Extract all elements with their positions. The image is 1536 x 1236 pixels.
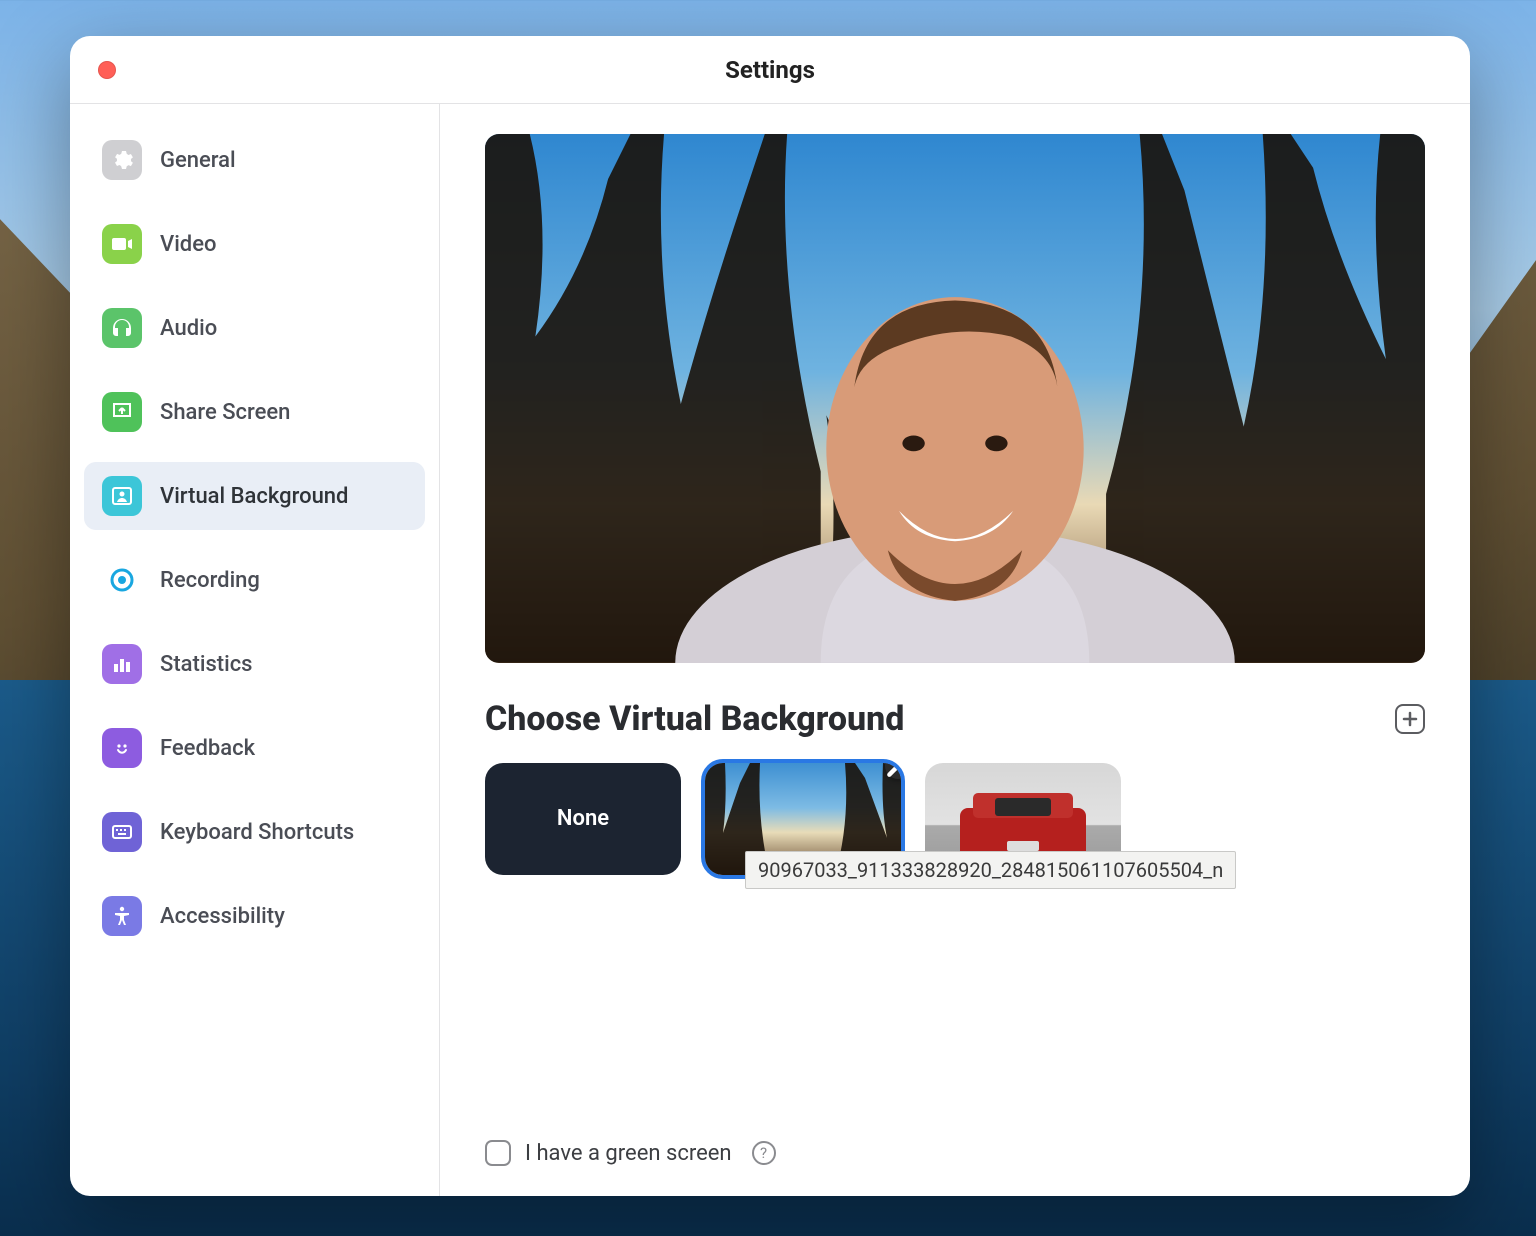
sidebar-item-feedback[interactable]: Feedback [84, 714, 425, 782]
gear-icon [102, 140, 142, 180]
settings-sidebar: General Video Audio Share Screen [70, 104, 440, 1196]
sidebar-item-label: Recording [160, 568, 260, 593]
add-background-button[interactable] [1395, 704, 1425, 734]
sidebar-item-general[interactable]: General [84, 126, 425, 194]
settings-content: Choose Virtual Background None [440, 104, 1470, 1196]
keyboard-icon [102, 812, 142, 852]
window-title: Settings [725, 56, 815, 84]
sidebar-item-audio[interactable]: Audio [84, 294, 425, 362]
headphones-icon [102, 308, 142, 348]
remove-background-button[interactable] [885, 763, 901, 779]
sidebar-item-accessibility[interactable]: Accessibility [84, 882, 425, 950]
plus-icon [1402, 711, 1418, 727]
sidebar-item-label: Video [160, 232, 216, 257]
sidebar-item-label: Share Screen [160, 400, 290, 425]
background-option-none[interactable]: None [485, 763, 681, 875]
sidebar-item-recording[interactable]: Recording [84, 546, 425, 614]
green-screen-label: I have a green screen [525, 1141, 732, 1166]
sidebar-item-label: Keyboard Shortcuts [160, 820, 354, 845]
close-window-button[interactable] [98, 61, 116, 79]
accessibility-icon [102, 896, 142, 936]
background-thumbnails: None [485, 763, 1425, 875]
green-screen-row: I have a green screen ? [485, 1100, 1425, 1166]
sidebar-item-label: Statistics [160, 652, 253, 677]
sidebar-item-label: Audio [160, 316, 217, 341]
share-screen-icon [102, 392, 142, 432]
sidebar-item-virtual-background[interactable]: Virtual Background [84, 462, 425, 530]
smiley-icon [102, 728, 142, 768]
video-preview [485, 134, 1425, 663]
sidebar-item-keyboard-shortcuts[interactable]: Keyboard Shortcuts [84, 798, 425, 866]
titlebar: Settings [70, 36, 1470, 104]
sidebar-item-label: Virtual Background [160, 484, 348, 509]
recording-icon [102, 560, 142, 600]
sidebar-item-label: Accessibility [160, 904, 285, 929]
question-mark-icon: ? [760, 1144, 767, 1162]
background-tooltip: 90967033_911333828920_284815061107605504… [745, 851, 1236, 889]
virtual-background-icon [102, 476, 142, 516]
close-icon [885, 763, 901, 779]
sidebar-item-label: General [160, 148, 236, 173]
bar-chart-icon [102, 644, 142, 684]
sidebar-item-video[interactable]: Video [84, 210, 425, 278]
settings-window: Settings General Video Audio [70, 36, 1470, 1196]
video-camera-icon [102, 224, 142, 264]
green-screen-help-button[interactable]: ? [752, 1141, 776, 1165]
sidebar-item-share-screen[interactable]: Share Screen [84, 378, 425, 446]
background-none-label: None [557, 806, 609, 831]
sidebar-item-label: Feedback [160, 736, 255, 761]
green-screen-checkbox[interactable] [485, 1140, 511, 1166]
section-title: Choose Virtual Background [485, 699, 904, 739]
sidebar-item-statistics[interactable]: Statistics [84, 630, 425, 698]
